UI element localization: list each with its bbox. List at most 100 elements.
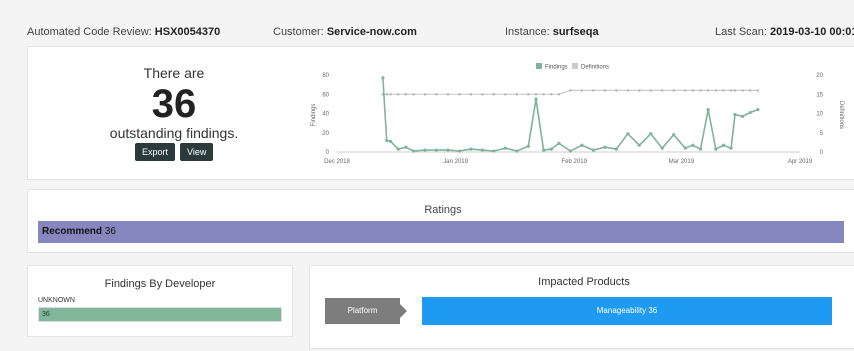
definitions-point [729,89,733,92]
x-tick-label: Jan 2019 [443,159,468,165]
findings-point [434,148,439,152]
definitions-point [385,92,389,96]
rating-label: Recommend [42,226,103,237]
developer-panel-title: Findings By Developer [104,278,216,290]
y-left-tick-label: 60 [322,92,329,98]
definitions-point [549,92,553,96]
last-scan-label: Last Scan: 2019-03-10 00:01:29 [715,26,854,38]
definitions-point [527,92,530,96]
findings-trend-chart: Dec 2018 Jan 2019 Feb 2019 Mar 2019 Apr 2019… [311,63,844,165]
findings-point [503,146,507,150]
developer-bar-track: 36 [38,307,282,322]
definitions-point [722,89,725,92]
findings-point [729,146,733,150]
definitions-point [435,92,438,96]
definitions-point [446,92,450,96]
y-right-tick-label: 20 [816,73,823,79]
definitions-point [714,89,718,92]
developer-bar[interactable]: 36 [39,308,281,321]
platform-category[interactable]: Platform [325,298,407,324]
legend-label-findings: Findings [545,65,568,71]
definitions-point [557,92,561,96]
y-right-tick-label: 15 [816,92,823,98]
findings-series-line [382,77,759,152]
ratings-title: Ratings [424,204,462,216]
legend-swatch-findings [536,63,542,69]
impacted-products-panel: Impacted Products Platform Manageability… [309,265,854,349]
findings-point [385,138,389,143]
definitions-point [672,89,676,92]
findings-point [626,132,630,136]
findings-point [591,148,595,152]
findings-point [423,148,427,152]
findings-point [411,149,416,153]
definitions-point [504,92,507,96]
rating-bar-recommend[interactable]: Recommend 36 [38,221,844,243]
y-left-tick-label: 40 [322,112,329,118]
definitions-point [569,89,572,92]
findings-point [515,149,519,153]
developer-name: UNKNOWN [38,297,75,304]
findings-point [660,146,664,150]
findings-point [446,148,450,152]
findings-point [542,148,546,152]
findings-point [691,143,695,147]
definitions-point [706,89,710,92]
findings-point [457,149,462,153]
findings-point [649,132,653,136]
findings-point [672,133,676,137]
findings-point [568,149,573,153]
definitions-point [481,92,484,96]
findings-point [526,144,530,148]
findings-point [557,141,561,145]
definitions-point [615,89,618,92]
findings-point [549,147,553,151]
x-tick-label: Dec 2018 [324,159,350,165]
definitions-point [423,92,427,96]
y-left-axis-title: Findings [311,104,317,127]
findings-point [580,143,584,147]
findings-point [388,139,393,144]
ratings-panel: Ratings Recommend 36 [27,189,854,253]
definitions-point [733,89,737,92]
findings-point [748,110,752,115]
definitions-point [660,89,664,92]
definitions-point [458,92,461,96]
findings-summary-panel: There are 36 outstanding findings. Expor… [27,46,854,180]
definitions-point [741,89,744,92]
definitions-point [389,92,392,96]
y-left-tick-label: 0 [326,150,330,156]
definitions-point [515,92,519,96]
findings-point [534,97,538,101]
definitions-point [592,89,595,92]
y-left-tick-label: 80 [322,73,329,79]
definitions-point [603,89,607,92]
y-right-axis-title: Definitions [838,101,844,129]
x-tick-label: Apr 2019 [788,159,813,165]
definitions-point [748,89,752,92]
findings-point [756,108,760,112]
product-manageability[interactable]: Manageability 36 [422,297,832,325]
definitions-point [756,89,760,92]
definitions-point [492,92,496,96]
findings-point [683,146,687,150]
findings-point [469,147,473,151]
findings-point [480,148,485,152]
findings-point [492,149,496,153]
findings-point [721,143,726,147]
review-id-label: Automated Code Review: HSX0054370 [27,26,221,38]
impacted-products-title: Impacted Products [538,276,630,288]
x-tick-label: Mar 2019 [669,159,695,165]
definitions-point [683,89,687,92]
y-left-tick-label: 20 [322,131,329,137]
findings-point [404,145,408,149]
findings-point [714,147,718,151]
definitions-point [691,89,695,92]
definitions-point [637,89,641,92]
findings-point [733,112,737,117]
instance-label: Instance: surfseqa [505,26,599,38]
x-tick-label: Feb 2019 [562,159,588,165]
findings-point [637,143,641,147]
legend-swatch-definitions [572,63,578,69]
findings-point [603,145,607,149]
